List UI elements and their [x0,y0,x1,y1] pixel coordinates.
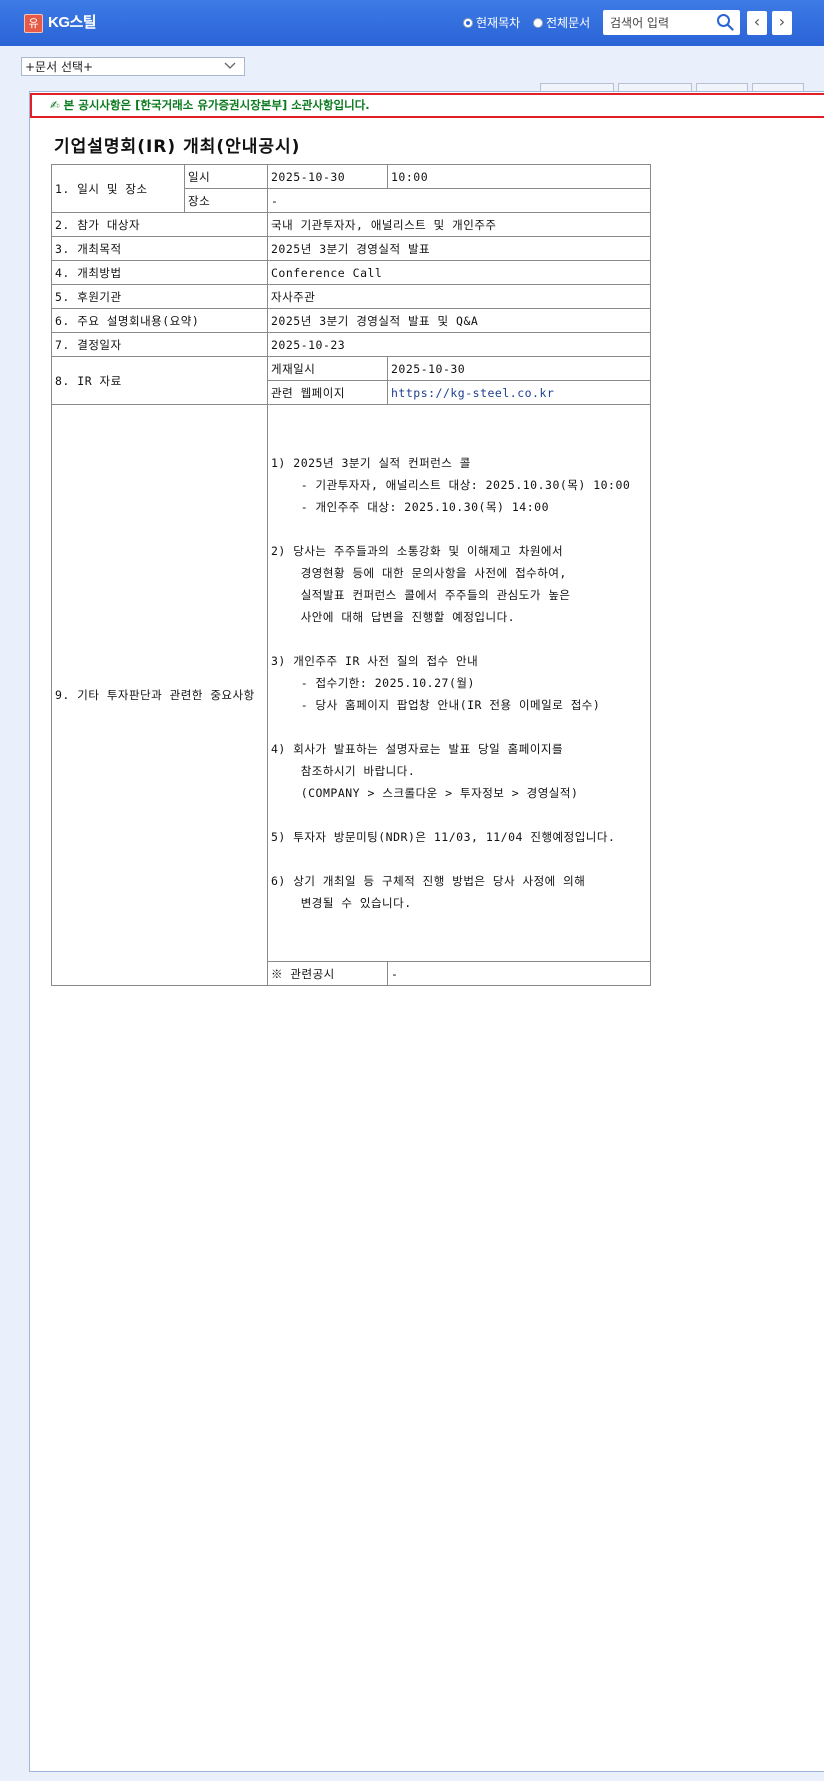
row-value: 2025-10-30 [387,356,651,381]
detail-line [271,518,647,540]
row-label: 5. 후원기관 [51,284,268,309]
row-sublabel: 일시 [184,164,268,189]
row-value: - [267,188,651,213]
document-select-value: +문서 선택+ [25,60,94,74]
row-label: 1. 일시 및 장소 [51,164,185,213]
row-label: 6. 주요 설명회내용(요약) [51,308,268,333]
detail-line: 4) 회사가 발표하는 설명자료는 발표 당일 홈페이지를 [271,742,564,756]
row-label: 9. 기타 투자판단과 관련한 중요사항 [51,404,268,986]
detail-line: 5) 투자자 방문미팅(NDR)은 11/03, 11/04 진행예정입니다. [271,830,616,844]
prev-button[interactable]: ‹ [747,11,767,35]
row-value: Conference Call [267,260,651,285]
radio-all-label: 전체문서 [546,16,591,30]
detail-line: 실적발표 컨퍼런스 콜에서 주주들의 관심도가 높은 [271,588,571,602]
table-row: 5. 후원기관 자사주관 [51,284,651,309]
row-value: 자사주관 [267,284,651,309]
ir-webpage-link[interactable]: https://kg-steel.co.kr [387,380,651,405]
table-row: 3. 개최목적 2025년 3분기 경영실적 발표 [51,236,651,261]
next-button[interactable]: › [772,11,792,35]
table-row: 1. 일시 및 장소 일시 2025-10-30 10:00 [51,164,651,213]
other-matters-lines: 1) 2025년 3분기 실적 컨퍼런스 콜 - 기관투자자, 애널리스트 대상… [271,452,647,914]
detail-line [271,804,647,826]
row-label: 2. 참가 대상자 [51,212,268,237]
company-name: KG스틸 [48,14,97,31]
detail-line: 사안에 대해 답변을 진행할 예정입니다. [271,610,516,624]
row-sublabel: 관련 웹페이지 [267,380,388,405]
row-sublabel: 장소 [184,188,268,213]
row-label: 8. IR 자료 [51,356,268,405]
detail-line: 2) 당사는 주주들과의 소통강화 및 이해제고 차원에서 [271,544,564,558]
radio-all-documents[interactable]: 전체문서 [533,14,590,31]
row-sublabel: ※ 관련공시 [267,961,388,986]
detail-line: 변경될 수 있습니다. [271,896,412,910]
chevron-right-icon: › [778,12,786,31]
logo-icon: 유 [24,14,43,33]
detail-line: - 기관투자자, 애널리스트 대상: 2025.10.30(목) 10:00 [271,478,631,492]
row-value: - [387,961,651,986]
row-value: 2025년 3분기 경영실적 발표 및 Q&A [267,308,651,333]
other-matters-detail: 1) 2025년 3분기 실적 컨퍼런스 콜 - 기관투자자, 애널리스트 대상… [267,404,651,962]
document-panel: ✍ 본 공시사항은 [한국거래소 유가증권시장본부] 소관사항입니다. 기업설명… [29,91,824,1772]
chevron-left-icon: ‹ [753,12,761,31]
pencil-icon: ✍ [50,98,60,112]
search-icon[interactable] [716,13,734,31]
detail-line: - 개인주주 대상: 2025.10.30(목) 14:00 [271,500,550,514]
radio-all-indicator[interactable] [533,17,543,28]
detail-line: 3) 개인주주 IR 사전 질의 접수 안내 [271,654,479,668]
document-select[interactable]: +문서 선택+ [21,57,245,76]
detail-line [271,628,647,650]
jurisdiction-notice: ✍ 본 공시사항은 [한국거래소 유가증권시장본부] 소관사항입니다. [30,93,824,118]
detail-line: 참조하시기 바랍니다. [271,764,416,778]
radio-current-label: 현재목차 [476,16,521,30]
disclosure-table: 1. 일시 및 장소 일시 2025-10-30 10:00 장소 - 2. 참… [51,164,651,986]
row-value: 2025년 3분기 경영실적 발표 [267,236,651,261]
table-row: 8. IR 자료 게재일시 2025-10-30 [51,356,651,405]
row-sublabel: 게재일시 [267,356,388,381]
radio-current-section[interactable]: 현재목차 [463,14,520,31]
detail-line: - 당사 홈페이지 팝업창 안내(IR 전용 이메일로 접수) [271,698,601,712]
row-value: 10:00 [387,164,651,189]
row-label: 7. 결정일자 [51,332,268,357]
notice-prefix: 본 공시사항은 [63,98,136,112]
table-row: 7. 결정일자 2025-10-23 [51,332,651,357]
chevron-down-icon [224,62,236,69]
table-row: 9. 기타 투자판단과 관련한 중요사항 1) 2025년 3분기 실적 컨퍼런… [51,404,651,986]
radio-current-indicator[interactable] [463,17,473,28]
row-value: 2025-10-30 [267,164,388,189]
detail-line: (COMPANY > 스크롤다운 > 투자정보 > 경영실적) [271,786,579,800]
detail-line: 경영현황 등에 대한 문의사항을 사전에 접수하여, [271,566,567,580]
table-row: 2. 참가 대상자 국내 기관투자자, 애널리스트 및 개인주주 [51,212,651,237]
table-row: 4. 개최방법 Conference Call [51,260,651,285]
detail-line: - 접수기한: 2025.10.27(월) [271,676,475,690]
row-label: 3. 개최목적 [51,236,268,261]
detail-line: 1) 2025년 3분기 실적 컨퍼런스 콜 [271,456,471,470]
row-value: 2025-10-23 [267,332,651,357]
top-header: 유 KG스틸 현재목차 전체문서 ‹ › [0,0,824,46]
detail-line [271,716,647,738]
row-value: 국내 기관투자자, 애널리스트 및 개인주주 [267,212,651,237]
table-row: 6. 주요 설명회내용(요약) 2025년 3분기 경영실적 발표 및 Q&A [51,308,651,333]
notice-organization: [한국거래소 유가증권시장본부] [135,98,288,112]
page-title: 기업설명회(IR) 개최(안내공시) [54,137,301,157]
detail-line: 6) 상기 개최일 등 구체적 진행 방법은 당사 사정에 의해 [271,874,586,888]
detail-line [271,848,647,870]
notice-suffix: 소관사항입니다. [287,98,370,112]
row-label: 4. 개최방법 [51,260,268,285]
